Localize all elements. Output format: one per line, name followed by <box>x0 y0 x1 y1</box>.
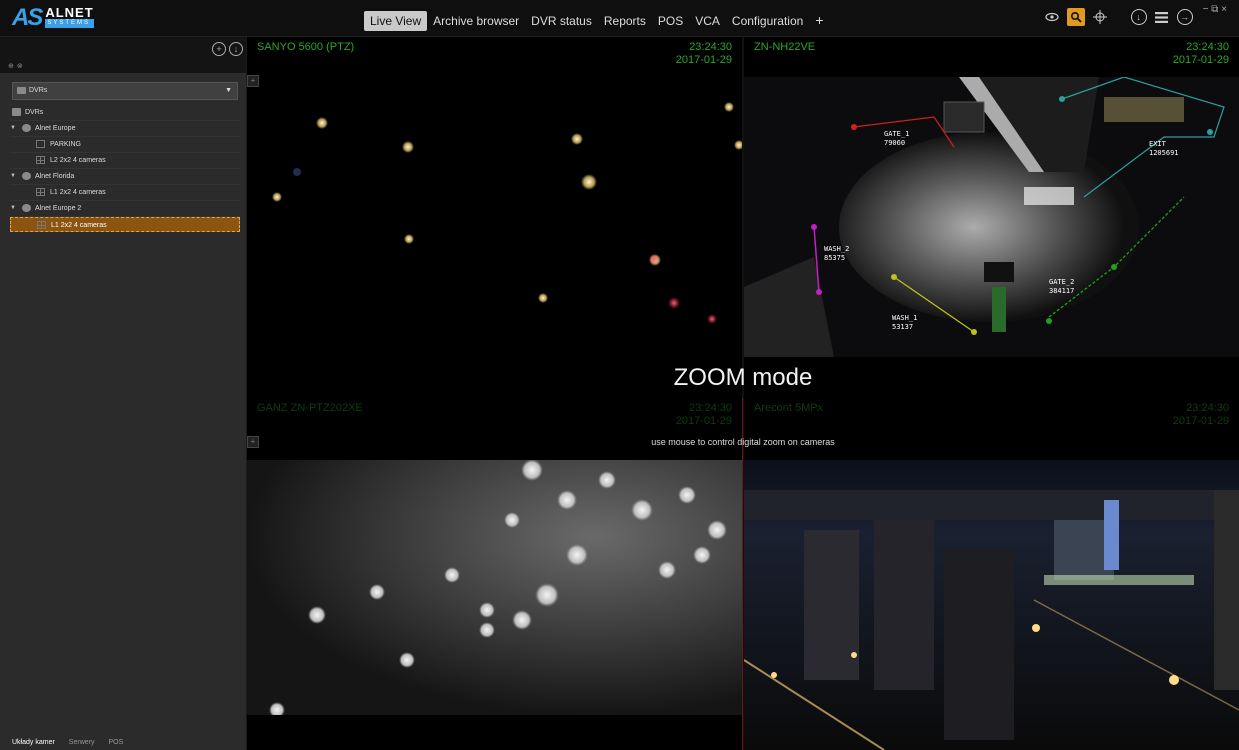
camera-image-gas-station: GATE_1 79060 EXIT 1205691 WASH_2 85375 G… <box>744 77 1239 357</box>
expand-arrow-icon[interactable]: ▼ <box>10 201 16 216</box>
vca-zone-label: GATE_2 <box>1049 278 1074 286</box>
chevron-down-icon: ▼ <box>225 87 232 94</box>
camera-timestamp: 23:24:30 2017-01-29 <box>675 41 732 66</box>
expand-icon[interactable]: + <box>247 75 259 87</box>
zoom-icon[interactable] <box>1066 8 1085 26</box>
dvr-selector[interactable]: DVRs ▼ <box>12 82 238 100</box>
tree-item-alnet-europe-2[interactable]: ▼ Alnet Europe 2 <box>10 201 240 217</box>
camera-timestamp: 23:24:30 2017-01-29 <box>1172 402 1229 427</box>
logo-subtext: SYSTEMS <box>45 19 94 28</box>
camera-view-2[interactable]: ZN-NH22VE 23:24:30 2017-01-29 GATE_1 790… <box>744 37 1239 398</box>
camera-image-bokeh-lights <box>272 102 742 324</box>
layout-single-icon <box>36 140 45 148</box>
tree-item-alnet-florida[interactable]: ▼ Alnet Florida <box>10 169 240 185</box>
vca-zone-label: WASH_1 <box>892 314 917 322</box>
expand-arrow-icon[interactable]: ▼ <box>10 121 16 136</box>
layout-grid-icon <box>37 221 46 229</box>
camera-name: GANZ ZN-PTZ202XE <box>257 402 363 414</box>
camera-view-4[interactable]: Arecont 5MPx 23:24:30 2017-01-29 <box>744 398 1239 750</box>
camera-view-3[interactable]: GANZ ZN-PTZ202XE 23:24:30 2017-01-29 + <box>247 398 742 750</box>
crosshair-icon[interactable] <box>1091 8 1109 26</box>
layout-grid-icon <box>36 188 45 196</box>
vca-zone-count: 79060 <box>884 139 905 147</box>
sidebar-tabs: Układy kamer Serwery POS <box>0 736 258 750</box>
tree-item-parking[interactable]: PARKING <box>10 137 240 153</box>
tree-item-dvrs[interactable]: DVRs <box>10 105 240 121</box>
camera-timestamp: 23:24:30 2017-01-29 <box>675 402 732 427</box>
exit-icon[interactable]: → <box>1176 9 1193 25</box>
download-icon[interactable]: ↓ <box>1130 9 1147 25</box>
collapse-expand-icon[interactable]: ⊕⊗ <box>8 62 26 70</box>
vca-zone-count: 384117 <box>1049 287 1074 295</box>
camera-name: SANYO 5600 (PTZ) <box>257 41 355 53</box>
toolbar: ↓ → − ⧉ × <box>1043 4 1227 26</box>
eye-icon[interactable] <box>1043 8 1061 26</box>
menu-icon[interactable] <box>1153 8 1171 26</box>
tab-camera-layouts[interactable]: Układy kamer <box>12 736 55 750</box>
camera-name: ZN-NH22VE <box>754 41 816 53</box>
tab-live-view[interactable]: Live View <box>364 11 428 31</box>
tree-item-l1-layout-florida[interactable]: L1 2x2 4 cameras <box>10 185 240 201</box>
tree-item-alnet-europe[interactable]: ▼ Alnet Europe <box>10 121 240 137</box>
tab-configuration[interactable]: Configuration <box>726 11 809 31</box>
tree-item-l2-layout[interactable]: L2 2x2 4 cameras <box>10 153 240 169</box>
camera-name: Arecont 5MPx <box>754 402 824 414</box>
grid-divider-active <box>742 398 743 750</box>
tree-item-l1-layout-europe-2[interactable]: L1 2x2 4 cameras <box>10 217 240 232</box>
layout-tree: DVRs ▼ Alnet Europe PARKING L2 2x2 4 cam… <box>10 105 240 232</box>
zoom-mode-hint: use mouse to control digital zoom on cam… <box>651 437 835 447</box>
tab-archive-browser[interactable]: Archive browser <box>427 11 525 31</box>
camera-image-city-night <box>744 460 1239 750</box>
sidebar-header: + ↓ ⊕⊗ <box>0 37 246 73</box>
logo-text: ALNET <box>45 5 94 20</box>
layout-grid-icon <box>36 156 45 164</box>
download-icon[interactable]: ↓ <box>229 42 243 56</box>
window-controls[interactable]: − ⧉ × <box>1203 4 1227 15</box>
tab-pos[interactable]: POS <box>652 11 689 31</box>
vca-zone-count: 1205691 <box>1149 149 1179 157</box>
main-nav: Live View Archive browser DVR status Rep… <box>364 11 830 31</box>
vca-zone-label: GATE_1 <box>884 130 909 138</box>
vca-zone-label: WASH_2 <box>824 245 849 253</box>
camera-grid: SANYO 5600 (PTZ) 23:24:30 2017-01-29 + Z… <box>247 37 1239 750</box>
alnet-logo: AS ALNET SYSTEMS <box>12 4 94 31</box>
tab-vca[interactable]: VCA <box>689 11 726 31</box>
zoom-mode-title: ZOOM mode <box>673 364 813 391</box>
camera-view-1[interactable]: SANYO 5600 (PTZ) 23:24:30 2017-01-29 + <box>247 37 742 398</box>
sidebar: + ↓ ⊕⊗ DVRs ▼ DVRs ▼ Alnet Europe PARKIN… <box>0 37 247 750</box>
folder-icon <box>12 108 21 116</box>
add-tab-button[interactable]: + <box>809 11 829 31</box>
globe-icon <box>22 124 31 132</box>
vca-zone-count: 85375 <box>824 254 845 262</box>
top-bar: AS ALNET SYSTEMS Live View Archive brows… <box>0 0 1239 37</box>
camera-timestamp: 23:24:30 2017-01-29 <box>1172 41 1229 66</box>
globe-icon <box>22 204 31 212</box>
folder-icon <box>17 87 26 94</box>
logo-mark: AS <box>12 4 43 31</box>
tab-sidebar-pos[interactable]: POS <box>108 736 123 750</box>
tab-servers[interactable]: Serwery <box>69 736 95 750</box>
vca-zone-label: EXIT <box>1149 140 1167 148</box>
camera-image-bokeh-monochrome <box>247 460 742 715</box>
vca-zone-count: 53137 <box>892 323 913 331</box>
tab-dvr-status[interactable]: DVR status <box>525 11 598 31</box>
add-icon[interactable]: + <box>212 42 226 56</box>
dvr-selector-value: DVRs <box>29 87 48 94</box>
globe-icon <box>22 172 31 180</box>
expand-arrow-icon[interactable]: ▼ <box>10 169 16 184</box>
tab-reports[interactable]: Reports <box>598 11 652 31</box>
